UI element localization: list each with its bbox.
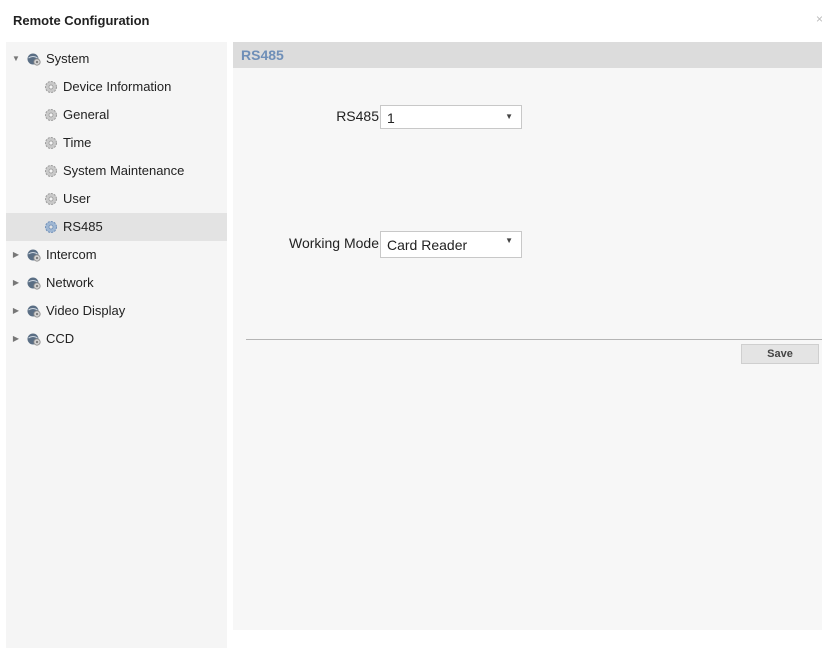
tree-item-device-information[interactable]: Device Information [6, 73, 227, 101]
window-title: Remote Configuration [13, 13, 150, 28]
config-panel: RS485 RS485 1 ▼ Working Mode Card Reader… [233, 42, 822, 630]
chevron-right-icon[interactable]: ▶ [12, 269, 20, 297]
gear-icon [45, 109, 57, 121]
gear-icon [45, 165, 57, 177]
chevron-down-icon: ▼ [505, 236, 513, 245]
working-mode-select-value: Card Reader [387, 237, 468, 253]
title-bar: Remote Configuration × [0, 0, 822, 42]
tree-item-label: Time [63, 135, 92, 150]
close-icon[interactable]: × [816, 12, 822, 26]
tree-item-label: General [63, 107, 110, 122]
globe-gear-icon [27, 53, 41, 66]
globe-gear-icon [27, 277, 41, 290]
tree-item-system[interactable]: ▼ System [6, 45, 227, 73]
tree-item-time[interactable]: Time [6, 129, 227, 157]
chevron-right-icon[interactable]: ▶ [12, 241, 20, 269]
tree-item-ccd[interactable]: ▶ CCD [6, 325, 227, 353]
chevron-right-icon[interactable]: ▶ [12, 325, 20, 353]
tree-item-general[interactable]: General [6, 101, 227, 129]
globe-gear-icon [27, 305, 41, 318]
divider [246, 339, 822, 340]
rs485-select-value: 1 [387, 110, 395, 126]
globe-gear-icon [27, 333, 41, 346]
tree-item-network[interactable]: ▶ Network [6, 269, 227, 297]
tree-item-rs485[interactable]: RS485 [6, 213, 227, 241]
config-tree: ▼ System Device Information General Time… [6, 42, 227, 648]
section-header: RS485 [233, 42, 822, 68]
working-mode-label: Working Mode [288, 235, 379, 251]
save-button[interactable]: Save [741, 344, 819, 364]
remote-configuration-window: Remote Configuration × ▼ System Device I… [0, 0, 822, 648]
tree-item-intercom[interactable]: ▶ Intercom [6, 241, 227, 269]
section-title: RS485 [241, 47, 284, 63]
chevron-right-icon[interactable]: ▶ [12, 297, 20, 325]
tree-item-label: Video Display [46, 303, 126, 318]
tree-item-user[interactable]: User [6, 185, 227, 213]
tree-item-label: Device Information [63, 79, 172, 94]
tree-item-label: Network [46, 275, 94, 290]
working-mode-select[interactable]: Card Reader ▼ [380, 231, 522, 258]
tree-item-system-maintenance[interactable]: System Maintenance [6, 157, 227, 185]
tree-item-label: System Maintenance [63, 163, 185, 178]
tree-item-label: System [46, 51, 90, 66]
tree-item-label: RS485 [63, 219, 103, 234]
globe-gear-icon [27, 249, 41, 262]
rs485-label: RS485 [336, 108, 379, 124]
tree-item-video-display[interactable]: ▶ Video Display [6, 297, 227, 325]
gear-icon [45, 193, 57, 205]
tree-item-label: CCD [46, 331, 75, 346]
gear-icon [45, 81, 57, 93]
rs485-select[interactable]: 1 ▼ [380, 105, 522, 129]
tree-item-label: Intercom [46, 247, 97, 262]
gear-icon [45, 221, 57, 233]
chevron-down-icon: ▼ [505, 112, 513, 121]
chevron-down-icon[interactable]: ▼ [12, 45, 20, 73]
gear-icon [45, 137, 57, 149]
tree-item-label: User [63, 191, 91, 206]
